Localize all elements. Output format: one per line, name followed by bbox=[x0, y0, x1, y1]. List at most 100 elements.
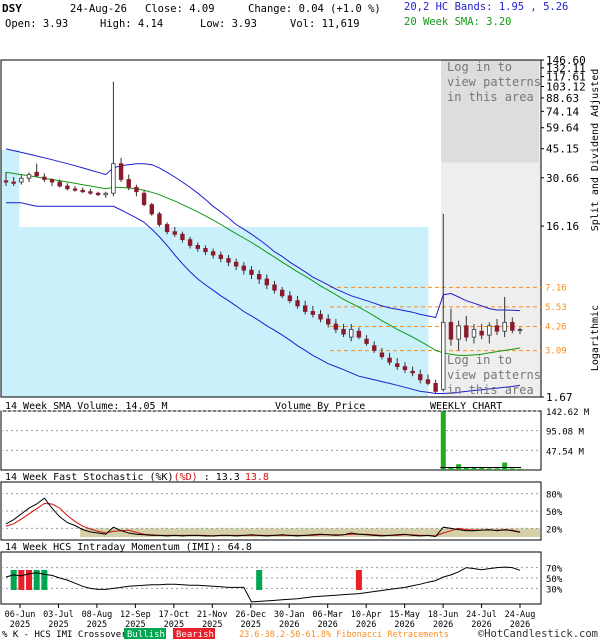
candle-body bbox=[180, 233, 185, 241]
stochastic-d-value: 13.8 bbox=[245, 472, 269, 483]
x-tick-label: 03-Jul bbox=[43, 610, 74, 620]
pattern-line: Log in to bbox=[447, 353, 512, 367]
fib-label: 4.26 bbox=[545, 322, 567, 332]
candle-body bbox=[149, 204, 154, 215]
candle-body bbox=[387, 357, 392, 363]
momentum-tick-label: 70% bbox=[546, 565, 563, 575]
volume-bar bbox=[440, 411, 446, 470]
candle-body bbox=[226, 258, 231, 263]
candle-body bbox=[326, 318, 331, 325]
candle-body bbox=[34, 171, 39, 177]
volume-bar bbox=[509, 468, 515, 470]
candle-body bbox=[65, 185, 70, 190]
x-tick-label: 30-Jan bbox=[274, 610, 305, 620]
candle-body bbox=[464, 325, 469, 338]
candle-body bbox=[195, 245, 200, 249]
candle-body bbox=[172, 231, 177, 235]
bearish-label: Bearish bbox=[176, 630, 214, 640]
candle-body bbox=[372, 345, 377, 351]
candle-body bbox=[126, 179, 131, 188]
volume-bar bbox=[479, 467, 485, 470]
bullish-label: Bullish bbox=[127, 630, 165, 640]
candle-body bbox=[72, 188, 78, 191]
candle-body bbox=[402, 366, 408, 371]
candle-body bbox=[287, 295, 293, 302]
candle-body bbox=[157, 213, 162, 225]
candle-body bbox=[233, 261, 239, 267]
y-tick-label: 74.14 bbox=[546, 105, 579, 118]
price-panel: 7.165.534.263.09146.60132.11117.61103.12… bbox=[0, 54, 586, 404]
candle-body bbox=[26, 174, 32, 179]
candle-body bbox=[249, 269, 254, 275]
candle-body bbox=[295, 300, 300, 307]
volume-bar bbox=[494, 468, 500, 470]
pattern-line: view patterns bbox=[447, 75, 541, 89]
candle-body bbox=[103, 192, 108, 196]
chart-page: DSY 24-Aug-26 Close: 4.09 Change: 0.04 (… bbox=[0, 0, 600, 640]
volume-bar bbox=[448, 467, 454, 470]
stochastic-title-prefix: 14 Week Fast Stochastic (%K) bbox=[5, 472, 174, 483]
stochastic-tick-label: 80% bbox=[546, 491, 563, 501]
symbol: DSY bbox=[2, 2, 22, 15]
stochastic-k-value: 13.3 bbox=[216, 472, 240, 483]
stochastic-tick-label: 50% bbox=[546, 508, 563, 518]
candle-body bbox=[80, 189, 85, 193]
candle-body bbox=[395, 363, 400, 368]
x-tick-label: 26-Dec bbox=[235, 610, 266, 620]
vol: Vol: 11,619 bbox=[290, 18, 360, 30]
stochastic-title: 14 Week Fast Stochastic (%K)(%D) : 13.3 1… bbox=[5, 472, 269, 483]
volume-bar bbox=[502, 462, 508, 470]
candle-body bbox=[49, 179, 55, 183]
x-tick-label: 06-Mar bbox=[312, 610, 343, 620]
bearish-marker bbox=[26, 570, 33, 590]
x-tick-year: 2025 bbox=[241, 620, 261, 630]
date: 24-Aug-26 bbox=[70, 3, 127, 15]
candle-body bbox=[310, 311, 316, 315]
momentum-title: 14 Week HCS Intraday Momentum (IMI): 64.… bbox=[5, 542, 252, 553]
candle-body bbox=[433, 383, 438, 392]
momentum-tick-label: 50% bbox=[546, 575, 563, 585]
candle-body bbox=[517, 329, 523, 331]
y-tick-label: 1.67 bbox=[546, 391, 573, 404]
open: Open: 3.93 bbox=[5, 18, 68, 30]
sma-label: 20 Week SMA: 3.20 bbox=[404, 16, 511, 28]
candle-body bbox=[241, 265, 247, 271]
candle-body bbox=[318, 314, 323, 320]
volume-title: 14 Week SMA Volume: 14.05 M bbox=[5, 401, 168, 412]
candle-body bbox=[141, 192, 147, 205]
candle-body bbox=[218, 254, 224, 259]
candle-body bbox=[111, 163, 116, 194]
candle-body bbox=[410, 370, 415, 374]
candle-body bbox=[203, 248, 208, 253]
candle-body bbox=[88, 191, 93, 194]
pattern-line: view patterns bbox=[447, 368, 541, 382]
bands-label: 20,2 HC Bands: 1.95 , 5.26 bbox=[404, 1, 568, 13]
pattern-line: in this area bbox=[447, 383, 534, 397]
candle-body bbox=[272, 284, 277, 291]
fib-label: 5.53 bbox=[545, 303, 567, 313]
candle bbox=[157, 211, 162, 227]
adjusted-label: Split and Dividend Adjusted bbox=[590, 69, 600, 232]
low: Low: 3.93 bbox=[200, 18, 257, 30]
candle bbox=[149, 202, 154, 216]
volume-by-price: Volume By Price bbox=[275, 401, 365, 412]
x-tick-year: 2026 bbox=[279, 620, 299, 630]
momentum-tick-label: 30% bbox=[546, 585, 563, 595]
y-tick-label: 45.15 bbox=[546, 143, 579, 156]
volume-tick-label: 47.54 M bbox=[546, 447, 585, 457]
candle-body bbox=[134, 187, 139, 193]
candle-body bbox=[494, 325, 500, 332]
stochastic-panel: 80% 50% 20% bbox=[0, 481, 563, 541]
stochastic-title-sep: : bbox=[198, 472, 216, 483]
x-tick-label: 06-Jun bbox=[5, 610, 36, 620]
candle-body bbox=[441, 321, 446, 390]
candle-body bbox=[11, 181, 16, 184]
candle-body bbox=[210, 251, 216, 256]
x-tick-year: 2025 bbox=[10, 620, 30, 630]
candle-body bbox=[264, 278, 270, 286]
candle-body bbox=[42, 176, 47, 180]
bearish-marker bbox=[18, 570, 25, 590]
x-tick-label: 24-Aug bbox=[505, 610, 536, 620]
x-tick-year: 2026 bbox=[317, 620, 337, 630]
candle-body bbox=[456, 325, 461, 340]
